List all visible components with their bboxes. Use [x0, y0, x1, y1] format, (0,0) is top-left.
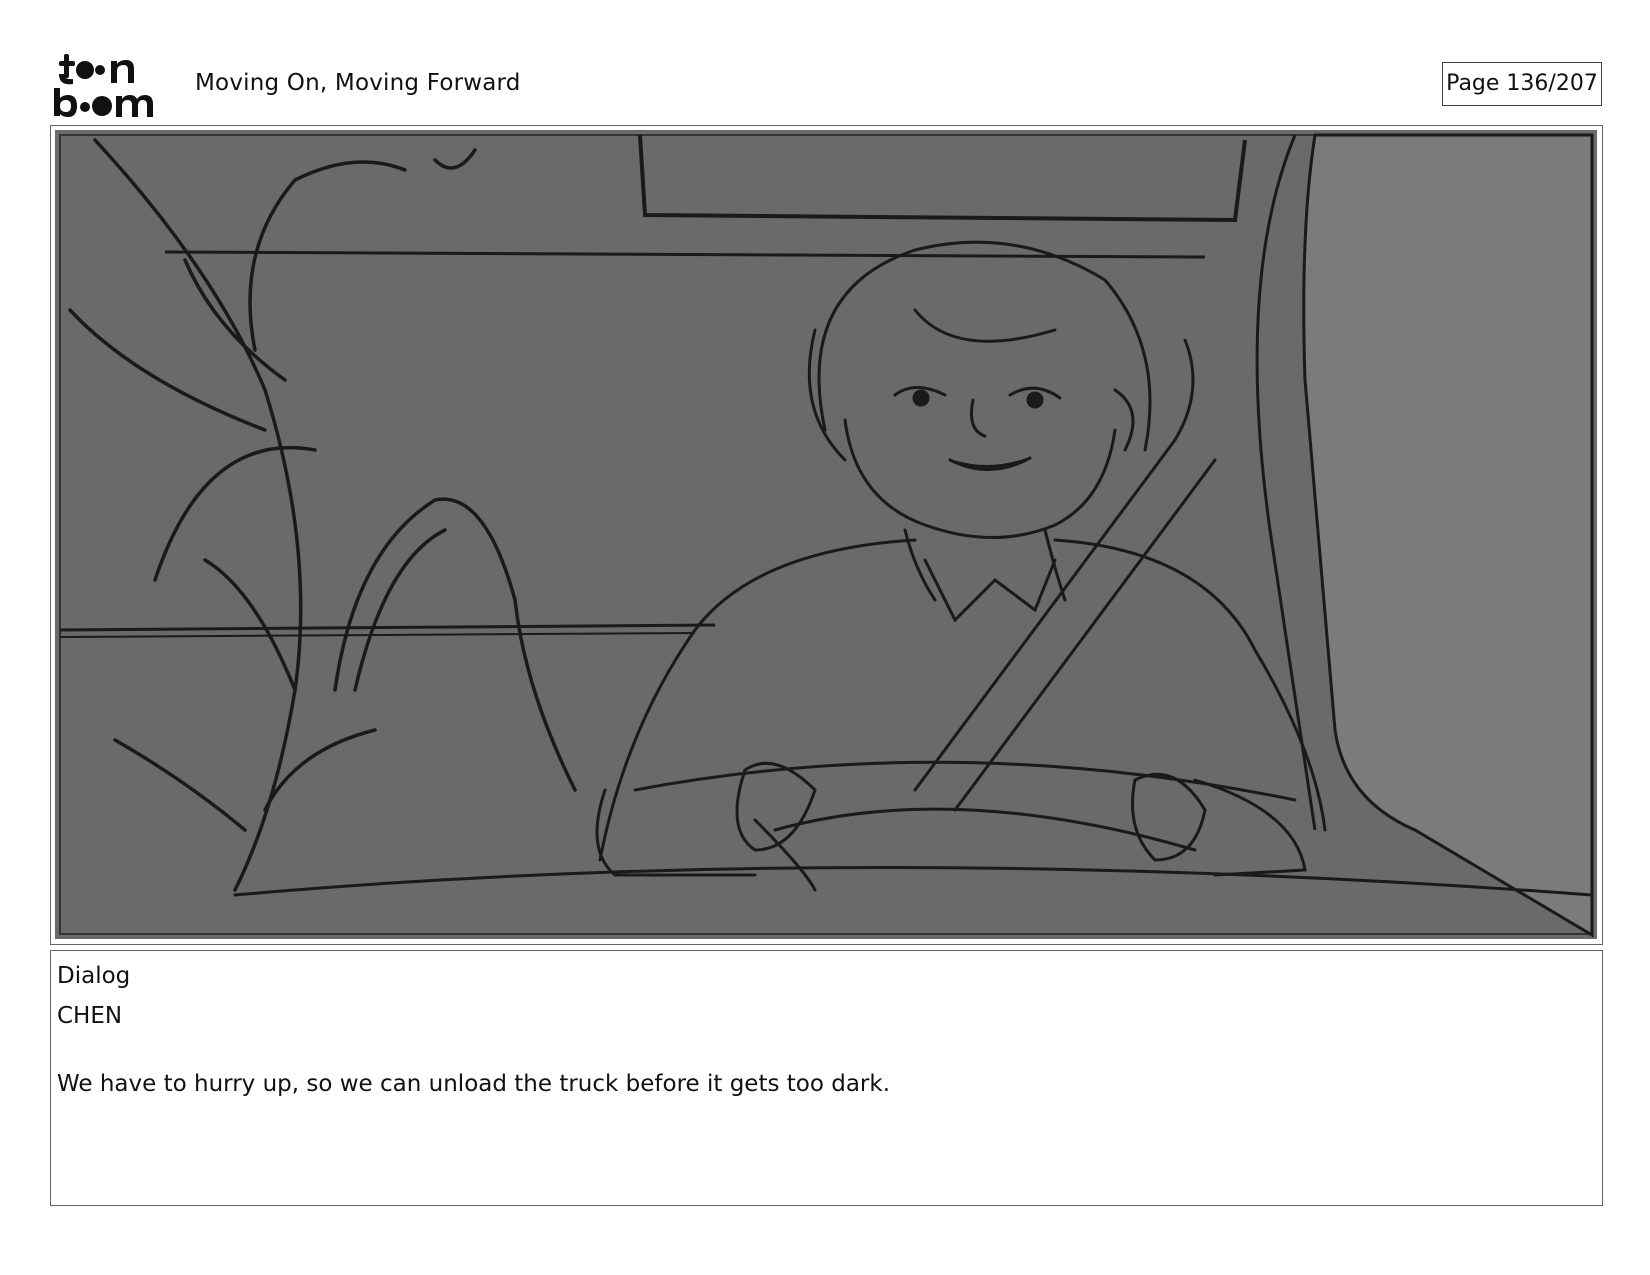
document-title: Moving On, Moving Forward — [195, 70, 521, 96]
toon-boom-logo — [54, 54, 153, 117]
dialog-box: Dialog CHEN We have to hurry up, so we c… — [50, 950, 1603, 1206]
page-header: Moving On, Moving Forward Page 136/207 — [0, 0, 1650, 120]
panel-sketch-image — [55, 130, 1597, 939]
page-counter: Page 136/207 — [1442, 62, 1602, 106]
dialog-line: We have to hurry up, so we can unload th… — [57, 1071, 891, 1097]
dialog-heading: Dialog — [57, 963, 131, 989]
storyboard-panel — [50, 125, 1603, 945]
dialog-character-name: CHEN — [57, 1003, 123, 1029]
